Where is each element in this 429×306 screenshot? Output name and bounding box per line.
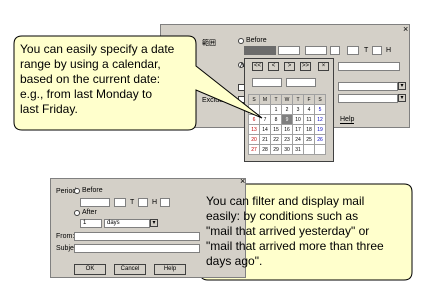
calendar-callout-text: You can easily specify a date range by u… (20, 42, 175, 116)
subject-field[interactable] (74, 244, 200, 253)
ok-button[interactable]: OK (74, 264, 106, 275)
from-field[interactable] (74, 232, 200, 241)
chevron-down-icon[interactable]: ▾ (150, 219, 158, 227)
date-field-month[interactable] (114, 198, 126, 207)
date-field-hour[interactable] (160, 198, 170, 207)
after-radio-label: After (82, 209, 97, 216)
date-field-year[interactable] (80, 198, 110, 207)
close-icon[interactable]: × (240, 176, 245, 186)
cancel-button[interactable]: Cancel (114, 264, 146, 275)
t-label: T (130, 199, 135, 206)
h-label: H (152, 199, 158, 206)
date-field-day[interactable] (138, 198, 148, 207)
from-label: From: (56, 233, 75, 240)
after-radio[interactable] (74, 210, 80, 216)
before-radio[interactable] (74, 188, 80, 194)
help-button[interactable]: Help (154, 264, 186, 275)
before-radio-label: Before (82, 187, 103, 194)
relative-count-field[interactable]: 1 (80, 219, 102, 228)
relative-unit-select[interactable]: days (104, 219, 150, 228)
filter-callout-text: You can filter and display mail easily: … (206, 194, 384, 268)
